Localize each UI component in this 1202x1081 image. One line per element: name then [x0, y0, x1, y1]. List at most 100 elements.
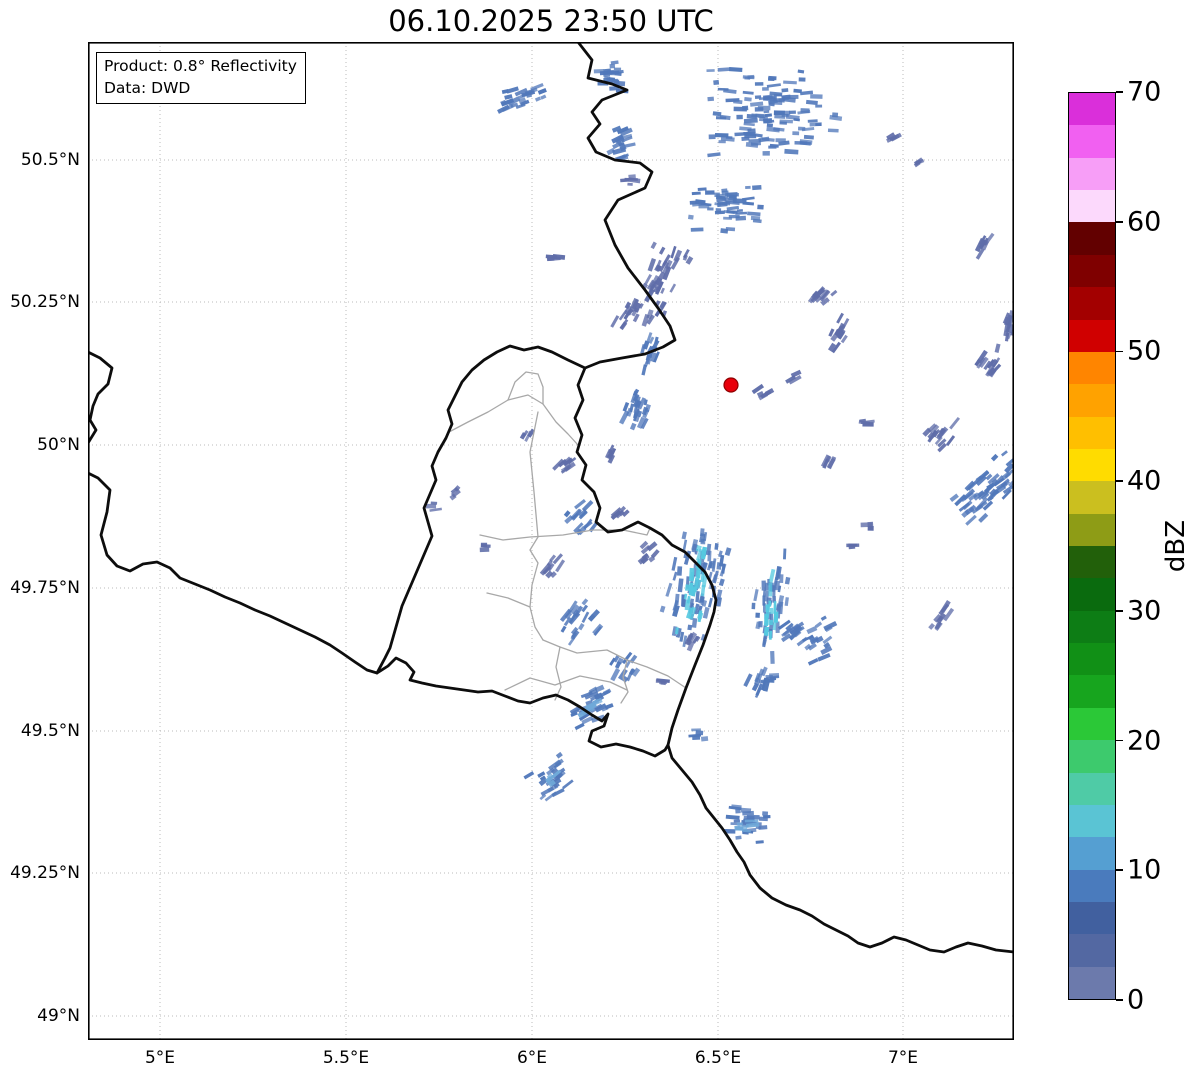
x-tick-label: 7°E — [887, 1048, 919, 1068]
product-info-line1: Product: 0.8° Reflectivity — [104, 57, 297, 75]
radar-echo — [687, 624, 693, 631]
y-tick-label: 49.25°N — [10, 863, 80, 883]
radar-echo — [755, 621, 761, 630]
colorbar-segment — [1069, 546, 1115, 579]
radar-echo — [581, 611, 590, 624]
radar-echo — [733, 819, 740, 823]
x-tick-label: 6.5°E — [694, 1048, 742, 1068]
colorbar-segment — [1069, 837, 1115, 870]
colorbar-segment — [1069, 416, 1115, 449]
radar-map — [86, 40, 1027, 1041]
radar-echo — [798, 77, 806, 82]
colorbar-tick-mark — [1116, 220, 1123, 223]
radar-echo — [867, 525, 874, 531]
colorbar-tick-mark — [1116, 350, 1123, 353]
radar-echo — [700, 538, 706, 545]
radar-echo — [674, 593, 680, 606]
radar-echo — [746, 113, 758, 119]
radar-echo — [430, 501, 438, 505]
radar-echo — [729, 67, 743, 72]
radar-echo — [766, 83, 781, 88]
radar-echo — [792, 131, 800, 136]
y-tick-label: 50.25°N — [10, 292, 80, 312]
radar-echo — [769, 630, 773, 640]
colorbar-segment — [1069, 157, 1115, 191]
radar-echo — [755, 840, 764, 844]
radar-echo — [867, 521, 874, 527]
radar-echo — [781, 88, 789, 93]
radar-plot-page: 06.10.2025 23:50 UTC Product: 0.8° Refle… — [0, 0, 1202, 1081]
radar-echo — [687, 214, 694, 220]
radar-echo — [629, 422, 637, 431]
colorbar-segment — [1069, 513, 1115, 547]
y-tick-label: 50.5°N — [20, 150, 80, 170]
radar-echo — [815, 123, 822, 127]
country-border — [573, 366, 1016, 954]
radar-echo — [744, 97, 752, 102]
radar-echo — [783, 548, 787, 560]
radar-echo — [562, 779, 574, 790]
radar-echo — [775, 138, 786, 143]
colorbar-segment — [1069, 966, 1115, 1000]
radar-echo — [763, 109, 770, 114]
radar-echo — [785, 114, 800, 121]
radar-echo — [797, 69, 805, 74]
radar-echo — [830, 289, 838, 297]
radar-echo — [836, 312, 844, 324]
colorbar-tick-mark — [1116, 739, 1123, 742]
radar-echo — [770, 650, 775, 664]
radar-echo — [945, 435, 956, 447]
colorbar-tick-mark — [1116, 480, 1123, 482]
radar-echo — [803, 134, 814, 140]
radar-map-canvas — [86, 40, 1027, 1041]
radar-echo — [806, 625, 818, 635]
radar-echo — [755, 612, 760, 618]
colorbar-tick-label: 20 — [1127, 725, 1162, 757]
colorbar-tick-mark — [1116, 91, 1123, 93]
radar-echo — [728, 196, 736, 201]
radar-echo — [723, 216, 733, 220]
radar-echo — [742, 90, 754, 95]
colorbar-segment — [1069, 190, 1115, 223]
radar-echo — [718, 578, 725, 587]
colorbar-segment — [1069, 481, 1115, 514]
radar-echo — [672, 571, 678, 581]
radar-echo — [555, 751, 563, 759]
radar-echo — [610, 315, 620, 328]
radar-echo — [581, 598, 589, 606]
radar-echo — [717, 67, 731, 72]
radar-echo — [784, 576, 791, 585]
radar-echo — [817, 653, 831, 662]
radar-echo — [691, 191, 701, 196]
radar-echo — [736, 209, 743, 213]
radar-echo — [797, 126, 806, 131]
radar-echo — [613, 67, 622, 71]
colorbar-segment — [1069, 222, 1115, 255]
radar-echo — [768, 145, 777, 149]
radar-echo — [479, 547, 490, 553]
radar-echo — [784, 148, 799, 155]
colorbar-segment — [1069, 740, 1115, 773]
radar-echo — [769, 607, 774, 614]
radar-echo — [965, 514, 977, 526]
radar-echo — [741, 196, 755, 201]
admin-border — [504, 675, 628, 691]
radar-echo — [760, 678, 774, 684]
y-tick-label: 49°N — [37, 1006, 80, 1026]
radar-echo — [641, 364, 648, 376]
colorbar-segment — [1069, 610, 1115, 644]
radar-echo — [707, 152, 721, 158]
radar-echo — [725, 226, 736, 232]
radar-echo — [793, 88, 802, 94]
admin-border — [486, 592, 531, 608]
radar-echo — [560, 625, 567, 633]
colorbar-tick-label: 70 — [1127, 76, 1162, 108]
radar-echo — [807, 657, 819, 666]
radar-echo — [665, 582, 673, 597]
colorbar-segment — [1069, 448, 1115, 482]
colorbar-segment — [1069, 707, 1115, 741]
colorbar-segment — [1069, 93, 1115, 126]
product-info-box: Product: 0.8° Reflectivity Data: DWD — [96, 52, 306, 105]
radar-echo — [757, 105, 771, 111]
admin-border — [448, 394, 579, 446]
